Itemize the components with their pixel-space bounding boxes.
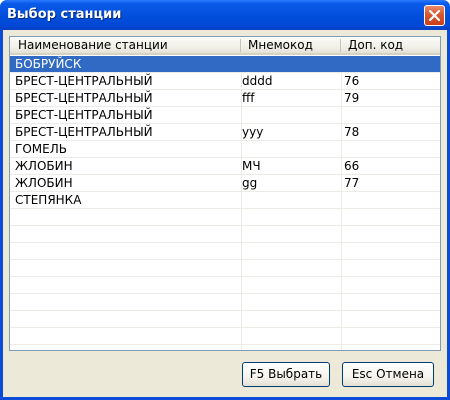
station-name-cell: БРЕСТ-ЦЕНТРАЛЬНЫЙ [15,74,153,88]
window-title: Выбор станции [7,7,122,22]
dialog-body: Наименование станции Мнемокод Доп. код Б… [3,30,447,397]
empty-row [10,311,440,328]
table-row[interactable]: ЖЛОБИН МЧ 66 [10,158,440,175]
select-button[interactable]: F5 Выбрать [242,362,330,387]
column-divider[interactable] [240,39,241,52]
table-header: Наименование станции Мнемокод Доп. код [10,37,440,55]
table-row[interactable]: ЖЛОБИН gg 77 [10,175,440,192]
table-row[interactable]: БРЕСТ-ЦЕНТРАЛЬНЫЙ [10,107,440,124]
table-row[interactable]: БРЕСТ-ЦЕНТРАЛЬНЫЙ fff 79 [10,90,440,107]
empty-row [10,294,440,311]
column-header-name[interactable]: Наименование станции [18,37,238,54]
column-header-mnemocode[interactable]: Мнемокод [248,37,342,54]
station-name-cell: БРЕСТ-ЦЕНТРАЛЬНЫЙ [15,108,153,122]
station-name-cell: БОБРУЙСК [15,57,82,71]
mnemocode-cell: МЧ [242,159,261,173]
extra-code-cell: 78 [344,125,360,139]
mnemocode-cell: yyy [242,125,264,139]
station-name-cell: СТЕПЯНКА [15,193,82,207]
station-name-cell: БРЕСТ-ЦЕНТРАЛЬНЫЙ [15,125,153,139]
extra-code-cell: 79 [344,91,360,105]
mnemocode-cell [242,56,338,73]
column-header-extra-code[interactable]: Доп. код [348,37,438,54]
table-row[interactable]: ГОМЕЛЬ [10,141,440,158]
station-name-cell: ЖЛОБИН [15,159,73,173]
column-divider[interactable] [340,39,341,52]
station-name-cell: ГОМЕЛЬ [15,142,67,156]
empty-row [10,277,440,294]
mnemocode-cell [242,107,338,124]
title-bar[interactable]: Выбор станции [0,0,450,30]
mnemocode-cell [242,141,338,158]
extra-code-cell: 66 [344,159,360,173]
empty-row [10,260,440,277]
table-row[interactable]: СТЕПЯНКА [10,192,440,209]
table-row[interactable]: БРЕСТ-ЦЕНТРАЛЬНЫЙ dddd 76 [10,73,440,90]
extra-code-cell [344,141,436,158]
empty-row [10,243,440,260]
extra-code-cell [344,56,436,73]
extra-code-cell [344,107,436,124]
station-name-cell: БРЕСТ-ЦЕНТРАЛЬНЫЙ [15,91,153,105]
stations-table[interactable]: Наименование станции Мнемокод Доп. код Б… [9,36,441,351]
extra-code-cell [344,192,436,209]
station-name-cell: ЖЛОБИН [15,176,73,190]
mnemocode-cell: gg [242,176,258,190]
mnemocode-cell: fff [242,91,255,105]
close-icon [429,10,440,21]
station-select-dialog: Выбор станции Наименование станции Мнемо… [0,0,450,400]
extra-code-cell: 77 [344,176,360,190]
close-button[interactable] [424,5,445,26]
table-row[interactable]: БРЕСТ-ЦЕНТРАЛЬНЫЙ yyy 78 [10,124,440,141]
table-row[interactable]: БОБРУЙСК [10,56,440,73]
mnemocode-cell: dddd [242,74,273,88]
extra-code-cell: 76 [344,74,360,88]
mnemocode-cell [242,192,338,209]
empty-row [10,328,440,345]
cancel-button[interactable]: Esc Отмена [342,362,434,387]
empty-row [10,209,440,226]
empty-row [10,226,440,243]
